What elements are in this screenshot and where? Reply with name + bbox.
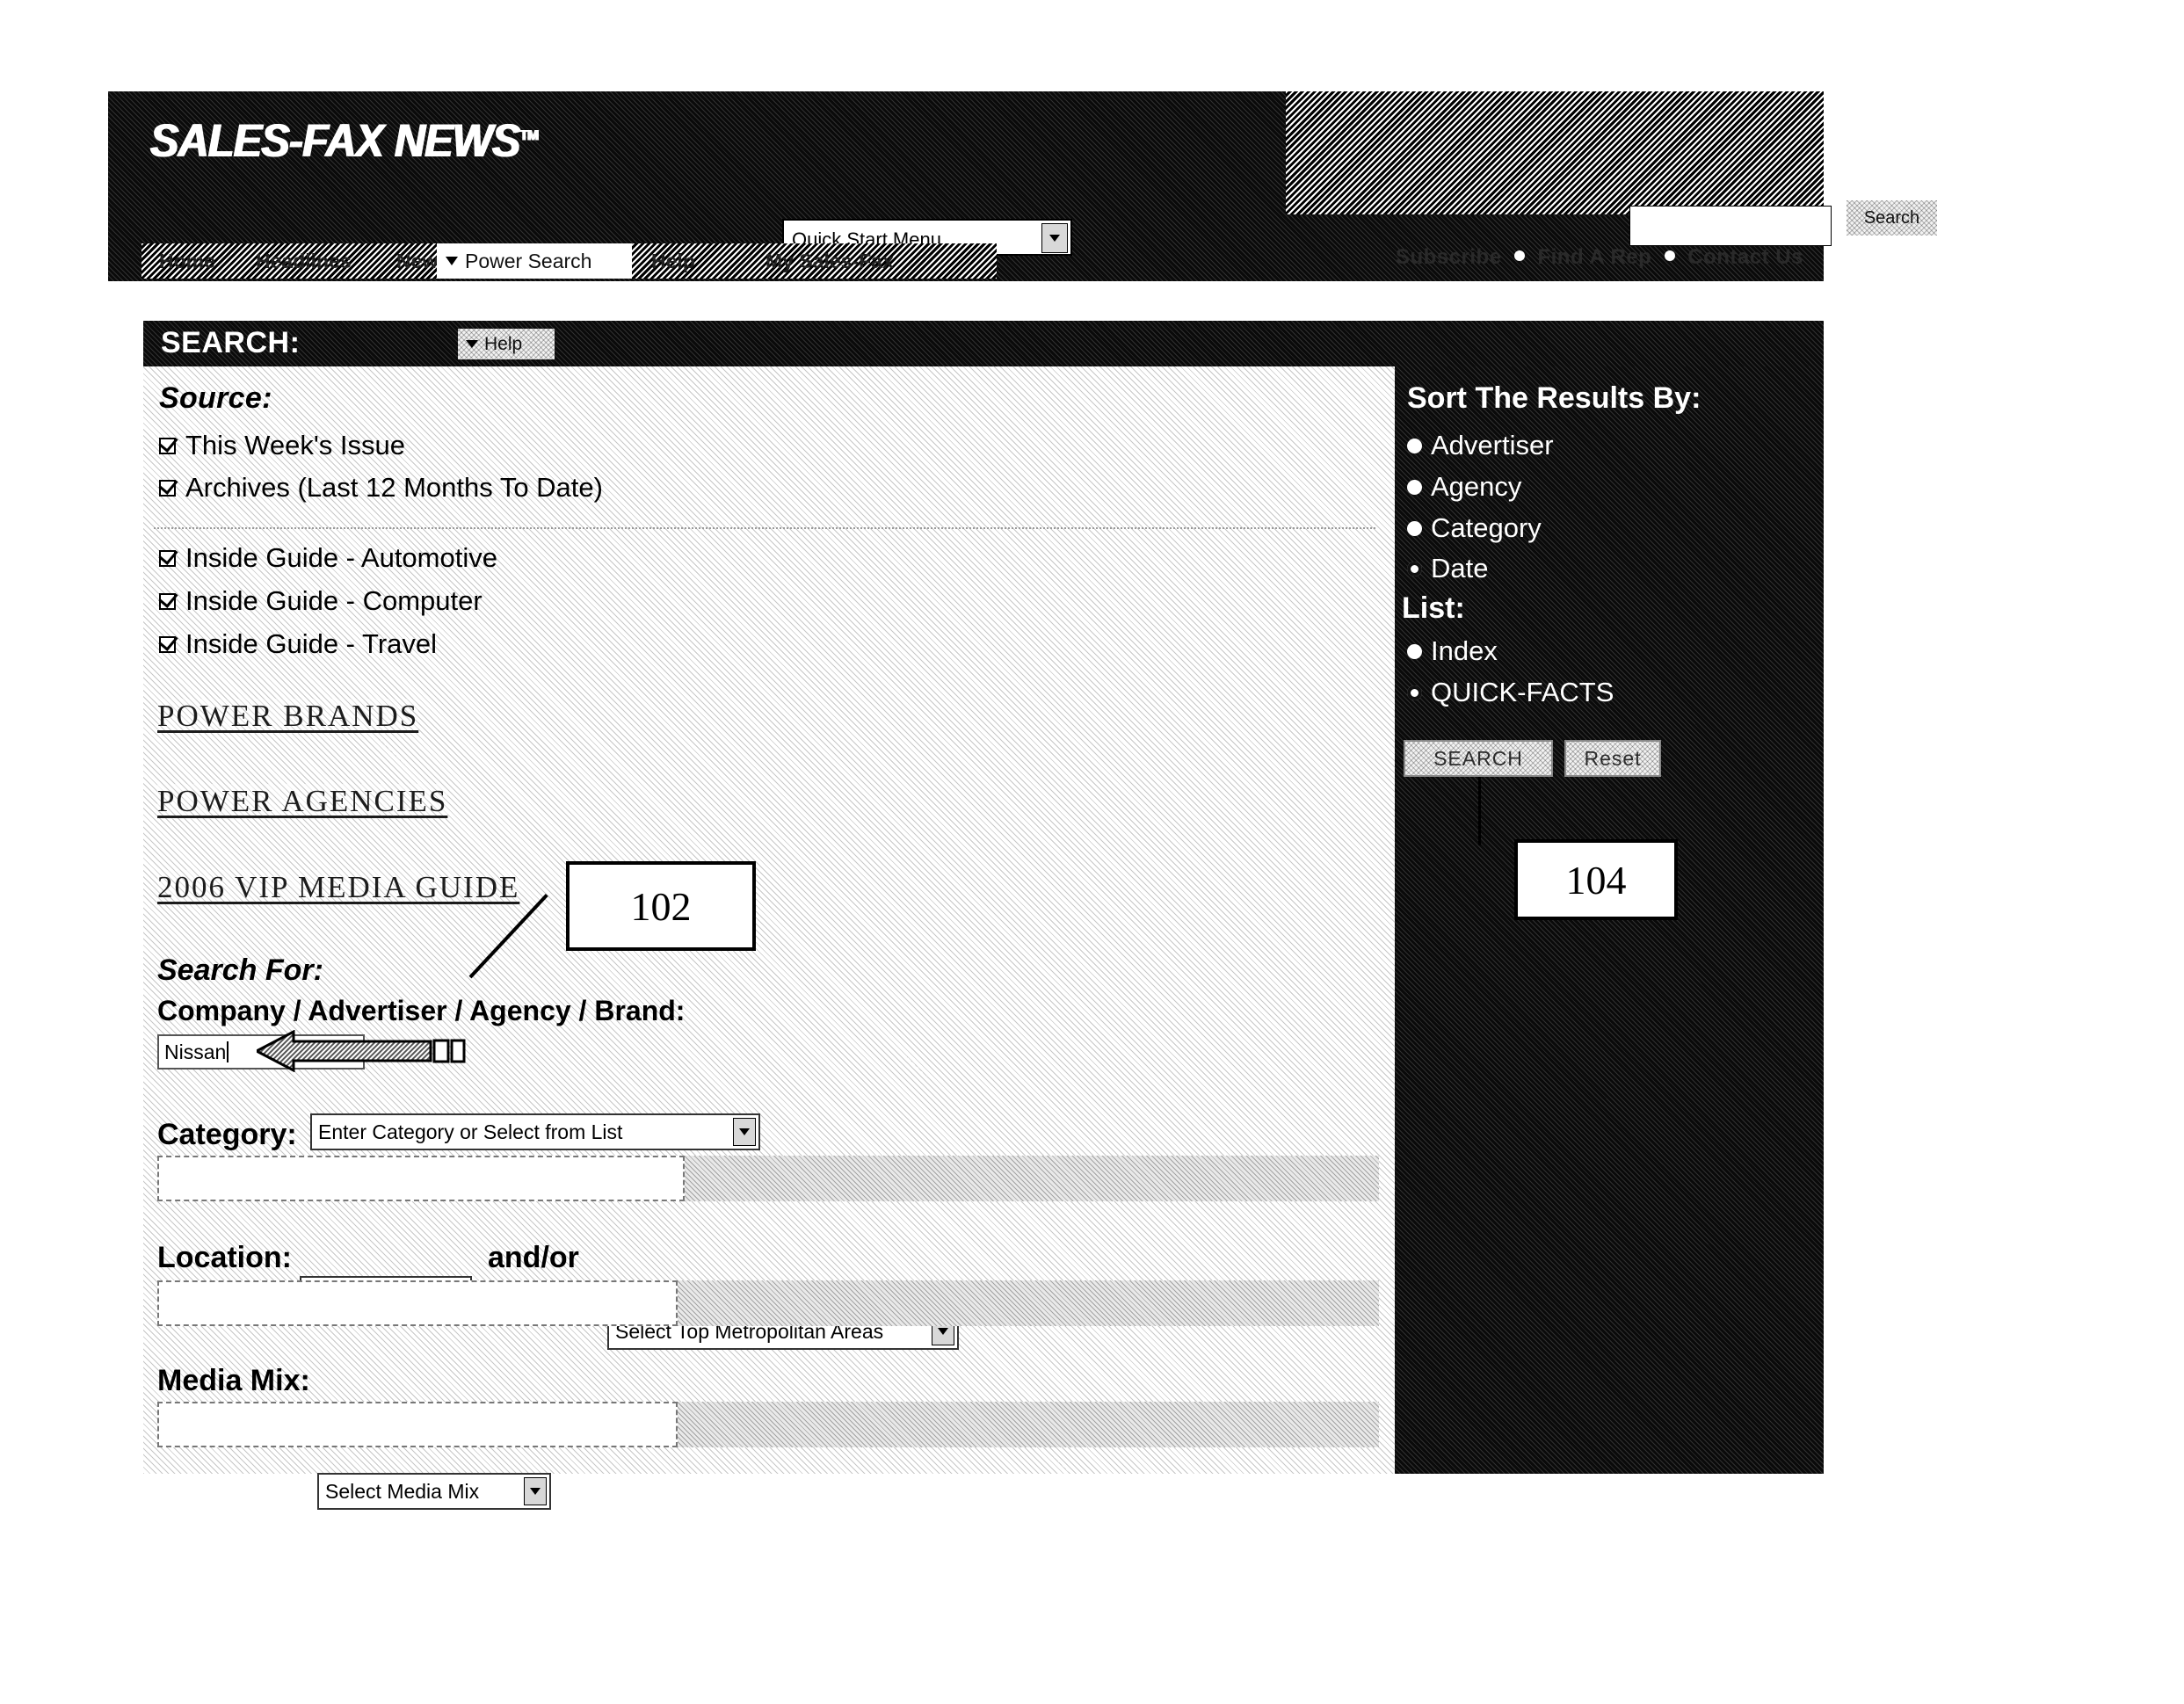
media-mix-row-filler bbox=[678, 1402, 1379, 1447]
site-logo[interactable]: SALES-FAX NEWSTM bbox=[149, 114, 539, 168]
radio-button-icon[interactable] bbox=[1407, 520, 1422, 536]
caret-down-icon bbox=[446, 257, 458, 265]
nav-item-headlines[interactable]: Headlines bbox=[247, 243, 388, 279]
radio-button-selected-icon[interactable] bbox=[1407, 561, 1422, 576]
sort-option-label: Advertiser bbox=[1431, 430, 1554, 460]
radio-button-icon[interactable] bbox=[1407, 438, 1422, 453]
submit-search-button[interactable]: SEARCH bbox=[1404, 740, 1553, 777]
callout-102: 102 bbox=[566, 861, 756, 951]
nav-item-power-search[interactable]: Power Search bbox=[437, 243, 632, 279]
source-checkbox-label: This Week's Issue bbox=[185, 430, 405, 460]
caret-down-icon bbox=[466, 340, 478, 348]
category-row-filler bbox=[685, 1156, 1379, 1201]
link-power-agencies[interactable]: POWER AGENCIES bbox=[157, 784, 448, 819]
search-form-panel: Source: This Week's Issue Archives (Last… bbox=[143, 366, 1395, 1510]
checkbox-checked-icon[interactable] bbox=[159, 549, 176, 567]
search-section-header: SEARCH: Help bbox=[143, 321, 1824, 366]
sort-option-agency[interactable]: Agency bbox=[1407, 471, 1521, 503]
callout-104: 104 bbox=[1514, 839, 1678, 920]
location-row-filler bbox=[678, 1280, 1379, 1326]
media-mix-selected-values-box[interactable] bbox=[157, 1402, 678, 1447]
media-mix-label: Media Mix: bbox=[157, 1364, 310, 1397]
andor-label: and/or bbox=[488, 1241, 579, 1274]
patent-figure: SALES-FAX NEWSTM Quick Start Menu Search… bbox=[0, 0, 2184, 1704]
source-checkbox-label: Archives (Last 12 Months To Date) bbox=[185, 472, 603, 503]
sort-option-date[interactable]: Date bbox=[1407, 553, 1488, 584]
global-search-button-label: Search bbox=[1863, 207, 1920, 228]
primary-nav-row: Home Headlines News Power Search Help My… bbox=[108, 241, 1824, 419]
reset-button-label: Reset bbox=[1584, 746, 1642, 770]
list-option-index[interactable]: Index bbox=[1407, 635, 1498, 667]
site-logo-text: SALES-FAX NEWS bbox=[149, 115, 520, 167]
annotation-arrow-icon bbox=[253, 1029, 468, 1073]
sort-option-label: Category bbox=[1431, 512, 1542, 543]
callout-104-number: 104 bbox=[1565, 857, 1627, 903]
sort-results-heading: Sort The Results By: bbox=[1407, 381, 1701, 415]
guide-checkbox-travel[interactable]: Inside Guide - Travel bbox=[159, 628, 437, 660]
category-label: Category: bbox=[157, 1118, 297, 1151]
chevron-down-icon[interactable] bbox=[733, 1118, 756, 1146]
guide-checkbox-label: Inside Guide - Automotive bbox=[185, 542, 497, 573]
masthead-right-panel bbox=[1286, 91, 1824, 214]
nav-item-my-sales-fax[interactable]: My Sales-Fax bbox=[757, 243, 990, 279]
location-label: Location: bbox=[157, 1241, 292, 1274]
checkbox-checked-icon[interactable] bbox=[159, 437, 176, 454]
category-select-value: Enter Category or Select from List bbox=[318, 1120, 623, 1143]
trademark-symbol: TM bbox=[519, 127, 539, 144]
callout-104-leader-line bbox=[1478, 777, 1481, 845]
text-cursor-icon bbox=[227, 1041, 229, 1062]
nav-item-my-sales-fax-label: My Sales-Fax bbox=[765, 249, 894, 272]
search-for-heading: Search For: bbox=[157, 954, 323, 987]
guide-checkbox-label: Inside Guide - Travel bbox=[185, 628, 438, 659]
sort-option-label: Date bbox=[1431, 553, 1489, 584]
checkbox-checked-icon[interactable] bbox=[159, 635, 176, 653]
media-mix-select-value: Select Media Mix bbox=[325, 1479, 480, 1503]
radio-button-selected-icon[interactable] bbox=[1407, 685, 1422, 700]
guide-checkbox-computer[interactable]: Inside Guide - Computer bbox=[159, 585, 483, 617]
global-search-button[interactable]: Search bbox=[1847, 200, 1937, 236]
guide-checkbox-label: Inside Guide - Computer bbox=[185, 585, 483, 616]
nav-item-help[interactable]: Help bbox=[642, 243, 757, 279]
checkbox-checked-icon[interactable] bbox=[159, 479, 176, 497]
chevron-down-icon[interactable] bbox=[524, 1477, 547, 1505]
category-selected-values-box[interactable] bbox=[157, 1156, 685, 1201]
company-search-value: Nissan bbox=[164, 1040, 227, 1063]
link-power-brands[interactable]: POWER BRANDS bbox=[157, 699, 419, 734]
link-vip-media-guide[interactable]: 2006 VIP MEDIA GUIDE bbox=[157, 870, 520, 905]
source-checkbox-archives[interactable]: Archives (Last 12 Months To Date) bbox=[159, 472, 603, 504]
source-heading: Source: bbox=[159, 381, 272, 415]
sort-option-advertiser[interactable]: Advertiser bbox=[1407, 430, 1554, 461]
checkbox-checked-icon[interactable] bbox=[159, 592, 176, 610]
nav-item-home[interactable]: Home bbox=[150, 243, 247, 279]
guide-checkbox-automotive[interactable]: Inside Guide - Automotive bbox=[159, 542, 497, 574]
results-options-panel: Sort The Results By: Advertiser Agency C… bbox=[1395, 366, 1824, 1474]
radio-button-icon[interactable] bbox=[1407, 479, 1422, 495]
media-mix-select[interactable]: Select Media Mix bbox=[317, 1473, 551, 1510]
list-option-label: QUICK-FACTS bbox=[1431, 677, 1614, 707]
list-heading: List: bbox=[1402, 591, 1465, 625]
nav-item-power-search-label: Power Search bbox=[465, 249, 592, 272]
nav-item-help-label: Help bbox=[651, 249, 695, 272]
sort-option-category[interactable]: Category bbox=[1407, 512, 1542, 544]
primary-nav-bar[interactable]: Home Headlines News Power Search Help My… bbox=[141, 243, 997, 279]
list-option-quick-facts[interactable]: QUICK-FACTS bbox=[1407, 677, 1614, 708]
site-masthead: SALES-FAX NEWSTM Quick Start Menu Search… bbox=[108, 91, 1937, 419]
search-header-background bbox=[143, 321, 1824, 366]
source-checkbox-this-weeks-issue[interactable]: This Week's Issue bbox=[159, 430, 405, 461]
location-selected-values-box[interactable] bbox=[157, 1280, 678, 1326]
callout-102-number: 102 bbox=[630, 883, 692, 929]
category-select[interactable]: Enter Category or Select from List bbox=[310, 1113, 760, 1150]
reset-button[interactable]: Reset bbox=[1564, 740, 1661, 777]
list-option-label: Index bbox=[1431, 635, 1498, 666]
sort-option-label: Agency bbox=[1431, 471, 1522, 502]
radio-button-icon[interactable] bbox=[1407, 643, 1422, 659]
section-divider bbox=[154, 527, 1375, 529]
search-section-title: SEARCH: bbox=[161, 326, 301, 359]
submit-search-label: SEARCH bbox=[1433, 746, 1523, 770]
search-help-label: Help bbox=[484, 333, 523, 354]
search-help-button[interactable]: Help bbox=[458, 329, 555, 359]
nav-item-headlines-label: Headlines bbox=[256, 249, 352, 272]
company-field-label: Company / Advertiser / Agency / Brand: bbox=[157, 995, 686, 1026]
nav-item-home-label: Home bbox=[159, 249, 215, 272]
